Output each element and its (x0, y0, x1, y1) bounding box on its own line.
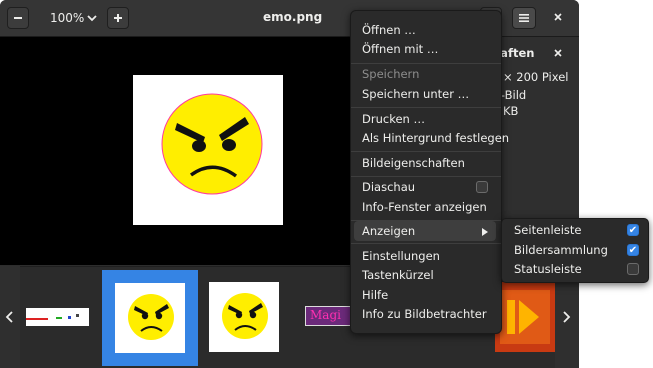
menu-separator (351, 107, 501, 108)
image-size-value: 0 × 200 Pixel (492, 70, 569, 84)
minus-icon (13, 12, 23, 26)
close-window-button[interactable] (552, 11, 564, 26)
menu-item-view[interactable]: Anzeigen (354, 221, 496, 241)
gallery-thumbnail[interactable] (495, 282, 555, 352)
menu-item-save: Speichern (362, 67, 420, 81)
plus-icon (113, 12, 123, 26)
menu-item-set-wallpaper[interactable]: Als Hintergrund festlegen (362, 131, 509, 145)
window-title: emo.png (263, 10, 323, 24)
triangle-right-icon (481, 226, 489, 240)
thumbnail-text: Magi (310, 308, 341, 322)
menu-item-shortcuts[interactable]: Tastenkürzel (362, 268, 434, 282)
gallery-checkbox[interactable]: ✔ (627, 244, 639, 256)
submenu-item-sidebar[interactable]: Seitenleiste (514, 223, 581, 237)
close-sidebar-button[interactable] (553, 47, 563, 61)
gallery-thumbnail[interactable] (209, 282, 279, 352)
close-icon (552, 12, 564, 26)
displayed-image (133, 75, 283, 225)
view-submenu: Seitenleiste ✔ Bildersammlung ✔ Statusle… (501, 218, 649, 283)
zoom-level-dropdown[interactable]: 100% (30, 7, 104, 29)
menu-item-slideshow[interactable]: Diaschau (362, 180, 415, 194)
menu-item-view-label: Anzeigen (362, 224, 416, 238)
chevron-down-icon (86, 12, 98, 27)
gallery-thumbnail[interactable] (26, 308, 89, 326)
menu-separator (351, 151, 501, 152)
menu-item-print[interactable]: Drucken … (362, 112, 425, 126)
close-icon (553, 47, 563, 61)
chevron-left-icon (5, 311, 15, 326)
main-menu-button[interactable] (512, 7, 536, 29)
chevron-right-icon (561, 311, 571, 326)
checkmark-icon: ✔ (628, 245, 638, 256)
gallery-thumbnail[interactable]: Magi (305, 306, 353, 326)
menu-item-about[interactable]: Info zu Bildbetrachter (362, 307, 487, 321)
checkmark-icon: ✔ (628, 225, 638, 236)
sidebar-checkbox[interactable]: ✔ (627, 224, 639, 236)
menu-item-properties[interactable]: Bildeigenschaften (362, 156, 465, 170)
menu-separator (351, 176, 501, 177)
gallery-thumbnail (115, 283, 185, 353)
angry-face-image (161, 93, 263, 195)
zoom-out-button[interactable] (7, 7, 29, 29)
gallery-prev-button[interactable] (0, 266, 20, 368)
menu-item-open-with[interactable]: Öffnen mit … (362, 42, 438, 56)
slideshow-checkbox[interactable] (476, 181, 488, 193)
zoom-in-button[interactable] (107, 7, 129, 29)
submenu-item-statusbar[interactable]: Statusleiste (514, 262, 582, 276)
menu-separator (351, 63, 501, 64)
menu-item-info-window[interactable]: Info-Fenster anzeigen (362, 200, 487, 214)
menu-item-help[interactable]: Hilfe (362, 288, 388, 302)
menu-item-open[interactable]: Öffnen … (362, 23, 416, 37)
menu-item-save-as[interactable]: Speichern unter … (362, 87, 469, 101)
statusbar-checkbox[interactable] (627, 263, 639, 275)
hamburger-icon (518, 13, 530, 27)
submenu-item-gallery[interactable]: Bildersammlung (514, 243, 608, 257)
menu-item-preferences[interactable]: Einstellungen (362, 249, 440, 263)
zoom-level-value: 100% (50, 11, 85, 25)
menu-separator (351, 243, 501, 244)
main-menu-popover: Öffnen … Öffnen mit … Speichern Speicher… (350, 10, 509, 334)
